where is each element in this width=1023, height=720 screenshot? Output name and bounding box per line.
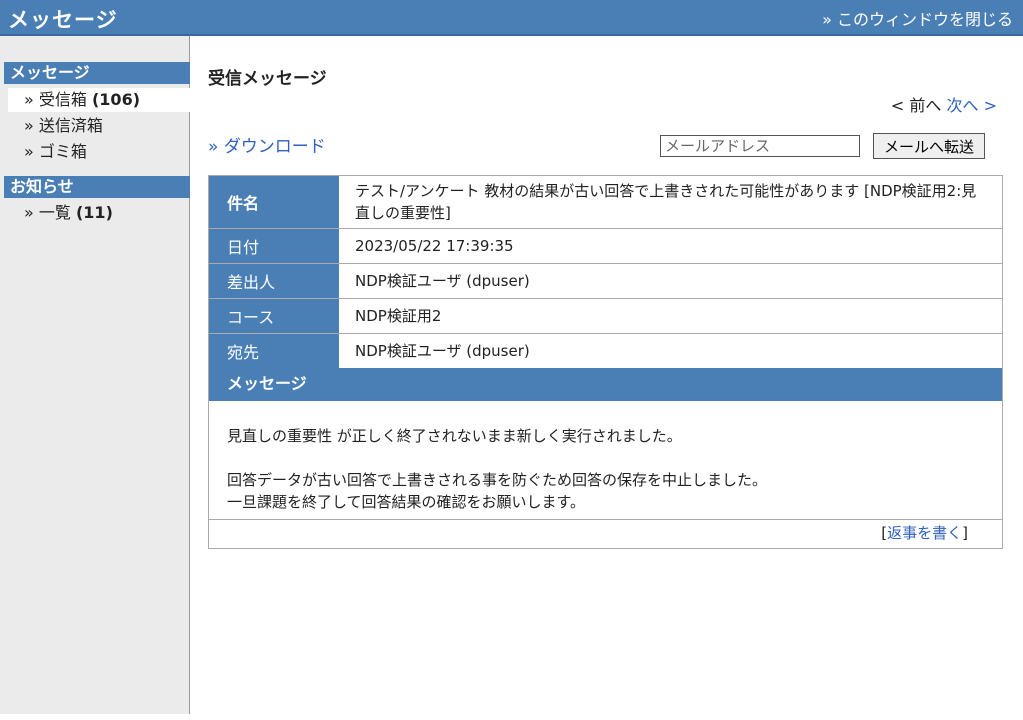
field-row-subject: 件名 テスト/アンケート 教材の結果が古い回答で上書きされた可能性があります [… [209, 176, 1002, 229]
sidebar-heading-messages: メッセージ [4, 62, 190, 84]
reply-bracket-close: ] [962, 524, 968, 542]
sidebar-item-inbox[interactable]: » 受信箱 (106) [8, 88, 190, 112]
sidebar-item-label: » 一覧 [24, 203, 71, 222]
sidebar-item-label: » 受信箱 [24, 90, 87, 109]
message-line: 回答データが古い回答で上書きされる事を防ぐため回答の保存を中止しました。 [227, 471, 768, 489]
message-detail: 件名 テスト/アンケート 教材の結果が古い回答で上書きされた可能性があります [… [208, 175, 1003, 549]
subject-value: テスト/アンケート 教材の結果が古い回答で上書きされた可能性があります [NDP… [355, 182, 977, 222]
close-window-link[interactable]: » このウィンドウを閉じる [822, 6, 1013, 30]
window-title: メッセージ [8, 8, 118, 32]
sidebar-item-label: » 送信済箱 [24, 116, 103, 135]
message-line: 一旦課題を終了して回答結果の確認をお願いします。 [227, 493, 586, 511]
sidebar-item-sent[interactable]: » 送信済箱 [8, 114, 190, 138]
email-address-input[interactable] [660, 135, 860, 157]
recipient-value: NDP検証ユーザ (dpuser) [355, 342, 530, 360]
pager-prev: < 前へ [890, 96, 942, 115]
notice-count: (11) [75, 203, 113, 222]
field-label: コース [209, 299, 339, 333]
field-row-sender: 差出人 NDP検証ユーザ (dpuser) [209, 264, 1002, 299]
pager: < 前へ 次へ > [891, 92, 997, 116]
reply-link[interactable]: 返事を書く [887, 524, 962, 542]
sidebar-heading-notices: お知らせ [4, 176, 190, 198]
course-value: NDP検証用2 [355, 307, 442, 325]
page-title: 受信メッセージ [208, 69, 327, 89]
message-body: 見直しの重要性 が正しく終了されないまま新しく実行されました。 回答データが古い… [209, 401, 1002, 520]
field-label: 差出人 [209, 264, 339, 298]
reply-area: [返事を書く] [209, 520, 1002, 548]
inbox-count: (106) [91, 90, 141, 109]
message-section-heading: メッセージ [209, 368, 1002, 401]
field-row-date: 日付 2023/05/22 17:39:35 [209, 229, 1002, 264]
field-row-recipient: 宛先 NDP検証ユーザ (dpuser) [209, 334, 1002, 368]
sidebar: メッセージ » 受信箱 (106) » 送信済箱 » ゴミ箱 お知らせ » 一覧… [0, 36, 190, 714]
download-link[interactable]: » ダウンロード [208, 132, 326, 157]
message-line: 見直しの重要性 が正しく終了されないまま新しく実行されました。 [227, 427, 682, 445]
sidebar-item-trash[interactable]: » ゴミ箱 [8, 140, 190, 164]
sender-value: NDP検証ユーザ (dpuser) [355, 272, 530, 290]
pager-next-link[interactable]: 次へ > [947, 96, 998, 115]
field-row-course: コース NDP検証用2 [209, 299, 1002, 334]
date-value: 2023/05/22 17:39:35 [355, 237, 514, 255]
forward-to-mail-button[interactable]: メールへ転送 [873, 133, 985, 159]
window-header: メッセージ » このウィンドウを閉じる [0, 0, 1023, 36]
field-label: 宛先 [209, 334, 339, 368]
field-label: 件名 [209, 176, 339, 228]
sidebar-item-notice-list[interactable]: » 一覧 (11) [8, 201, 190, 225]
sidebar-item-label: » ゴミ箱 [24, 142, 87, 161]
field-label: 日付 [209, 229, 339, 263]
